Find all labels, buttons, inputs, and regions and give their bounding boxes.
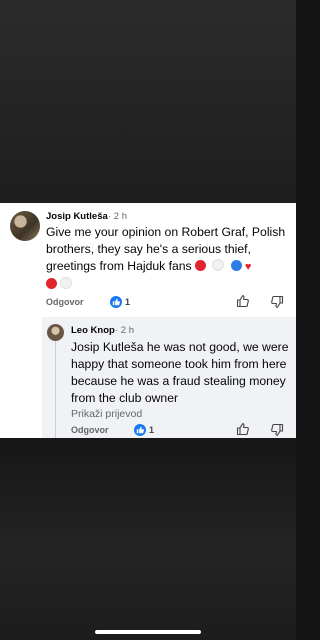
reply-thumbs-down-icon[interactable]: [270, 423, 284, 438]
reply-like-reaction-icon[interactable]: [134, 424, 146, 436]
avatar[interactable]: [10, 211, 40, 241]
show-translation-link[interactable]: Prikaži prijevod: [71, 408, 142, 420]
reply-like-count: 1: [149, 425, 155, 435]
red-heart-icon: ♥: [244, 261, 252, 273]
red-circle-icon: [46, 278, 57, 289]
reply-reply-button[interactable]: Odgovor: [71, 425, 109, 435]
background-bottom: [0, 438, 296, 640]
white-circle-icon: [212, 259, 225, 271]
thumbs-down-icon[interactable]: [270, 295, 284, 314]
like-count: 1: [125, 297, 131, 307]
thread-line: [55, 341, 56, 438]
background-top: [0, 0, 296, 203]
reply-button[interactable]: Odgovor: [46, 297, 84, 307]
comment-card: Josip Kutleša · 2 h Give me your opinion…: [0, 203, 296, 438]
reply-time: · 2 h: [115, 325, 135, 336]
white-circle-icon: [60, 277, 72, 289]
reply-avatar[interactable]: [47, 324, 64, 341]
like-reaction-icon[interactable]: [110, 296, 122, 308]
reply-thumbs-up-icon[interactable]: [236, 422, 250, 438]
comment-text: Give me your opinion on Robert Graf, Pol…: [46, 224, 290, 293]
thumbs-up-icon[interactable]: [236, 294, 250, 313]
reply-author[interactable]: Leo Knop: [71, 325, 115, 336]
comment-author[interactable]: Josip Kutleša: [46, 211, 108, 222]
red-circle-icon: [195, 260, 207, 271]
reply-text: Josip Kutleša he was not good, we were h…: [71, 340, 289, 405]
comment-time: · 2 h: [108, 211, 128, 222]
home-indicator[interactable]: [95, 630, 201, 634]
blue-circle-icon: [230, 260, 242, 271]
